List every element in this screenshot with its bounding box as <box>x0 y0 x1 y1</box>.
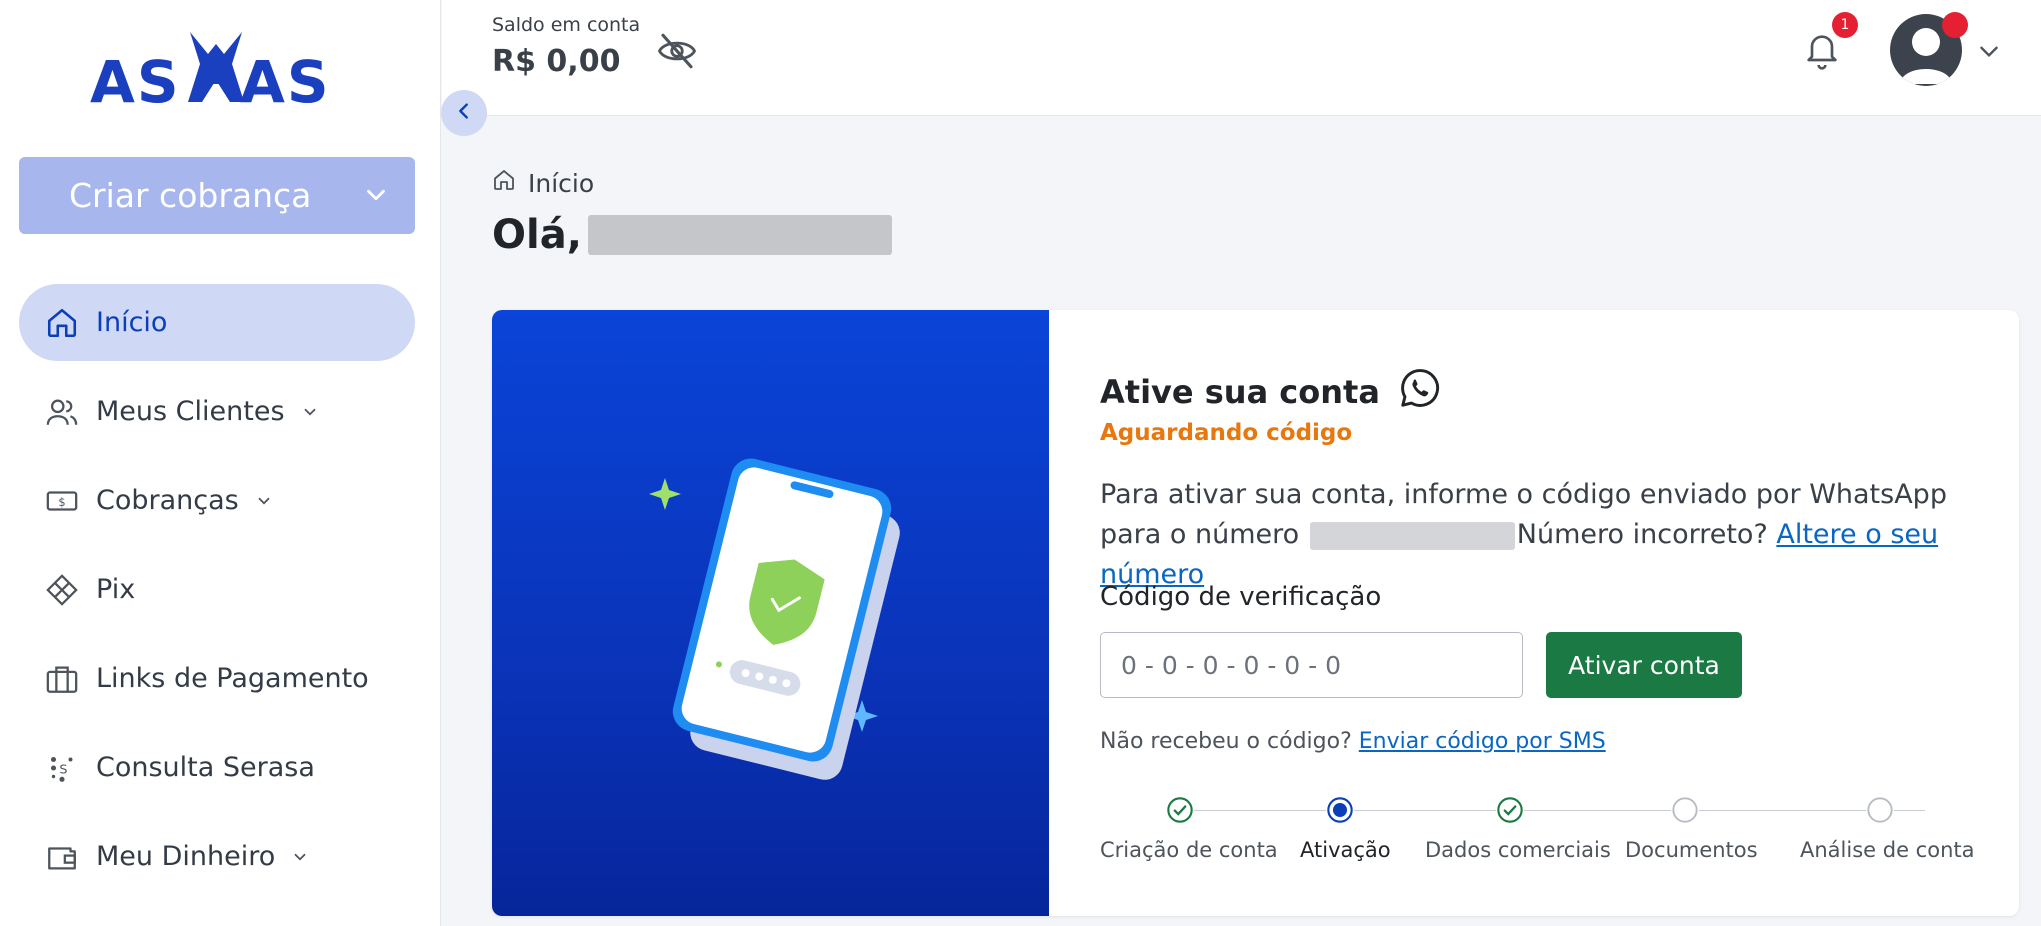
pending-step-icon <box>1866 796 1894 824</box>
sidebar-item-label: Consulta Serasa <box>96 752 315 783</box>
resend-code-row: Não recebeu o código? Enviar código por … <box>1100 729 1606 754</box>
step-label: Análise de conta <box>1800 838 1975 862</box>
step-criacao-de-conta: Criação de conta <box>1100 788 1278 862</box>
chevron-down-icon[interactable] <box>1976 38 2002 68</box>
chevron-down-icon <box>301 403 319 421</box>
resend-prefix: Não recebeu o código? <box>1100 729 1352 754</box>
sidebar-item-cobrancas[interactable]: $ Cobranças <box>19 462 415 539</box>
topbar: Saldo em conta R$ 0,00 1 <box>442 0 2041 116</box>
users-icon <box>45 395 79 429</box>
check-circle-icon <box>1166 796 1194 824</box>
sidebar-item-label: Cobranças <box>96 485 239 516</box>
check-circle-icon <box>1496 796 1524 824</box>
svg-text:$: $ <box>58 494 65 508</box>
sidebar-item-inicio[interactable]: Início <box>19 284 415 361</box>
sidebar-item-label: Meu Dinheiro <box>96 841 276 872</box>
chevron-down-icon <box>255 492 273 510</box>
balance-label: Saldo em conta <box>492 14 641 36</box>
step-dados-comerciais: Dados comerciais <box>1425 788 1611 862</box>
step-ativacao: Ativação <box>1300 788 1391 862</box>
redacted-phone-number <box>1309 521 1515 550</box>
sidebar-item-label: Início <box>96 307 168 338</box>
verification-code-label: Código de verificação <box>1100 582 1382 612</box>
briefcase-icon <box>45 662 79 696</box>
step-label: Documentos <box>1625 838 1758 862</box>
activation-description: Para ativar sua conta, informe o código … <box>1100 475 1960 595</box>
step-analise-de-conta: Análise de conta <box>1800 788 1975 862</box>
step-label: Criação de conta <box>1100 838 1278 862</box>
balance-value: R$ 0,00 <box>492 44 621 79</box>
activation-status: Aguardando código <box>1100 420 1353 446</box>
sidebar-nav: Início Meus Clientes $ Cobranças Pix Lin… <box>19 284 415 907</box>
sidebar-item-consulta-serasa[interactable]: S Consulta Serasa <box>19 729 415 806</box>
send-sms-link[interactable]: Enviar código por SMS <box>1359 729 1606 754</box>
svg-text:S: S <box>59 762 67 777</box>
redacted-user-name <box>587 215 892 255</box>
svg-text:AS: AS <box>240 48 331 108</box>
activate-account-button[interactable]: Ativar conta <box>1546 632 1742 698</box>
activation-illustration <box>492 310 1049 916</box>
sidebar-item-meus-clientes[interactable]: Meus Clientes <box>19 373 415 450</box>
account-progress-stepper: Criação de conta Ativação Dados comercia… <box>1100 788 1975 868</box>
wrong-number-text: Número incorreto? <box>1516 519 1768 550</box>
step-label: Ativação <box>1300 838 1391 862</box>
collapse-sidebar-button[interactable] <box>441 90 487 136</box>
sidebar-item-meu-dinheiro[interactable]: Meu Dinheiro <box>19 818 415 895</box>
sidebar-item-label: Meus Clientes <box>96 396 285 427</box>
pending-step-icon <box>1671 796 1699 824</box>
sidebar-item-label: Links de Pagamento <box>96 663 369 694</box>
pix-icon <box>45 573 79 607</box>
sidebar-item-pix[interactable]: Pix <box>19 551 415 628</box>
chevron-left-icon <box>453 100 475 126</box>
sidebar-item-label: Pix <box>96 574 136 605</box>
home-icon <box>45 306 79 340</box>
create-charge-label: Criar cobrança <box>69 176 312 215</box>
breadcrumb: Início <box>492 168 594 198</box>
greeting-text: Olá, <box>492 212 582 258</box>
hide-balance-icon[interactable] <box>656 30 698 72</box>
verification-code-input[interactable] <box>1100 632 1523 698</box>
avatar-status-dot <box>1942 12 1968 38</box>
home-icon <box>492 168 528 198</box>
activation-card: Ative sua conta Aguardando código Para a… <box>492 310 2019 916</box>
bill-icon: $ <box>45 484 79 518</box>
page-title: Olá, <box>492 212 892 258</box>
svg-text:AS: AS <box>90 48 181 108</box>
step-label: Dados comerciais <box>1425 838 1611 862</box>
chevron-down-icon <box>291 848 309 866</box>
asaas-logo[interactable]: AS AS <box>90 24 342 116</box>
sidebar-item-links-de-pagamento[interactable]: Links de Pagamento <box>19 640 415 717</box>
current-step-icon <box>1326 796 1354 824</box>
breadcrumb-label: Início <box>528 168 595 198</box>
create-charge-button[interactable]: Criar cobrança <box>19 157 415 234</box>
serasa-icon: S <box>45 751 79 785</box>
whatsapp-icon <box>1380 366 1442 418</box>
chevron-down-icon <box>361 179 391 218</box>
step-documentos: Documentos <box>1625 788 1758 862</box>
wallet-icon <box>45 840 79 874</box>
activation-title: Ative sua conta <box>1100 366 1442 418</box>
sidebar: AS AS Criar cobrança Início Meus Cliente… <box>0 0 441 926</box>
notification-badge: 1 <box>1832 12 1858 38</box>
activation-title-text: Ative sua conta <box>1100 373 1380 411</box>
